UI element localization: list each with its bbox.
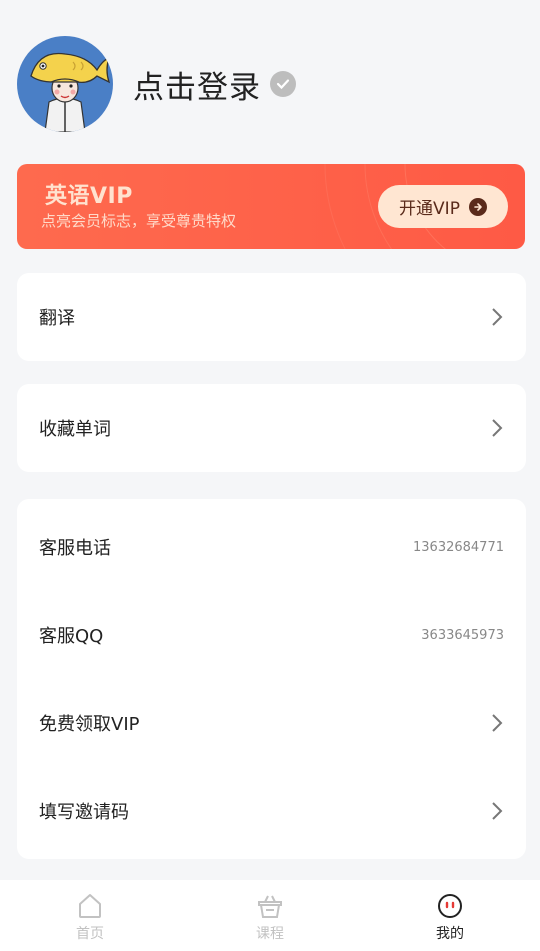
basket-icon bbox=[258, 895, 282, 918]
check-badge-icon bbox=[270, 71, 296, 97]
translate-card: 翻译 bbox=[17, 273, 526, 361]
vip-title: 英语VIP bbox=[45, 184, 133, 209]
list-item-service-qq[interactable]: 客服QQ 3633645973 bbox=[17, 591, 526, 679]
tab-label: 我的 bbox=[436, 926, 464, 942]
open-vip-label: 开通VIP bbox=[399, 199, 460, 219]
favorites-card: 收藏单词 bbox=[17, 384, 526, 472]
list-item-label: 免费领取VIP bbox=[39, 714, 140, 735]
tab-mine[interactable]: 我的 bbox=[360, 880, 540, 951]
phone-number: 13632684771 bbox=[413, 539, 504, 555]
list-item-label: 客服QQ bbox=[39, 626, 104, 647]
qq-number: 3633645973 bbox=[421, 627, 504, 643]
profile-page: 点击登录 英语VIP 点亮会员标志，享受尊贵特权 开通VIP 翻译 收藏单词 客… bbox=[0, 0, 540, 951]
tab-label: 课程 bbox=[256, 926, 284, 942]
open-vip-button[interactable]: 开通VIP bbox=[378, 185, 508, 228]
fish-hat-avatar-icon bbox=[30, 52, 111, 132]
list-item-label: 填写邀请码 bbox=[39, 802, 129, 823]
login-link[interactable]: 点击登录 bbox=[133, 62, 261, 107]
tab-course[interactable]: 课程 bbox=[180, 880, 360, 951]
chevron-right-icon bbox=[492, 802, 503, 820]
tab-home[interactable]: 首页 bbox=[0, 880, 180, 951]
menu-item-label: 收藏单词 bbox=[39, 419, 111, 440]
home-icon bbox=[79, 894, 101, 918]
vip-subtitle: 点亮会员标志，享受尊贵特权 bbox=[41, 212, 237, 230]
vip-banner[interactable]: 英语VIP 点亮会员标志，享受尊贵特权 开通VIP bbox=[17, 164, 525, 249]
contact-card: 客服电话 13632684771 客服QQ 3633645973 免费领取VIP… bbox=[17, 499, 526, 859]
chevron-right-icon bbox=[492, 308, 503, 326]
menu-item-label: 翻译 bbox=[39, 308, 75, 329]
chevron-right-icon bbox=[492, 714, 503, 732]
list-item-free-vip[interactable]: 免费领取VIP bbox=[17, 679, 526, 767]
bottom-tab-bar: 首页 课程 我的 bbox=[0, 880, 540, 951]
list-item-invite-code[interactable]: 填写邀请码 bbox=[17, 767, 526, 855]
avatar[interactable] bbox=[17, 36, 113, 132]
tab-label: 首页 bbox=[76, 926, 104, 942]
menu-item-favorite-words[interactable]: 收藏单词 bbox=[17, 384, 526, 472]
menu-item-translate[interactable]: 翻译 bbox=[17, 273, 526, 361]
arrow-right-icon bbox=[468, 197, 487, 216]
face-icon bbox=[438, 894, 462, 918]
list-item-label: 客服电话 bbox=[39, 538, 111, 559]
profile-header: 点击登录 bbox=[17, 36, 296, 132]
list-item-service-phone[interactable]: 客服电话 13632684771 bbox=[17, 503, 526, 591]
chevron-right-icon bbox=[492, 419, 503, 437]
